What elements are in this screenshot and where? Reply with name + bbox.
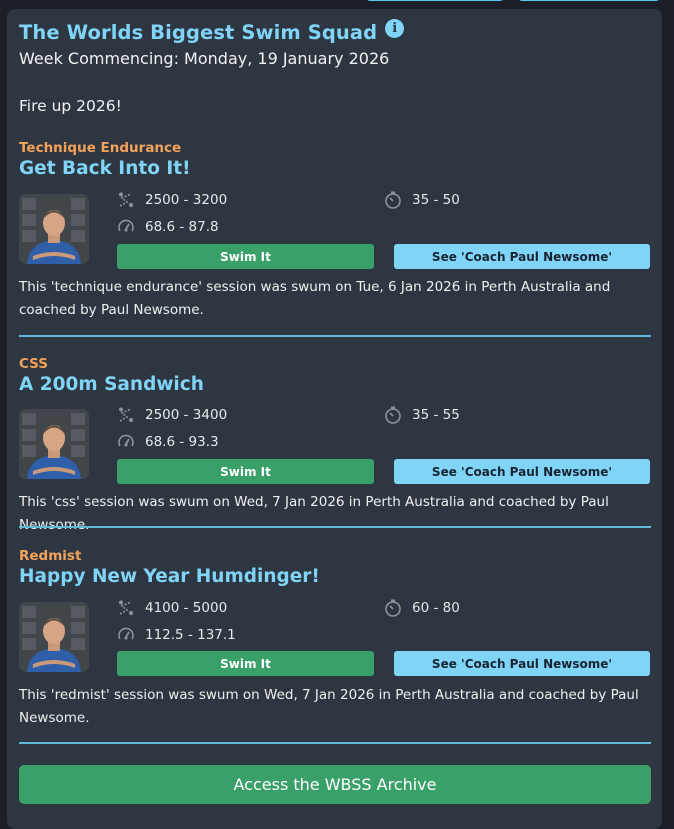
top-tab-right[interactable] [518,0,660,1]
pace-value: 68.6 - 87.8 [145,219,219,235]
distance-stat: 2500 - 3200 [117,191,227,209]
speed-icon [118,627,134,640]
see-coach-button[interactable]: See 'Coach Paul Newsome' [394,651,650,676]
see-coach-button[interactable]: See 'Coach Paul Newsome' [394,244,650,269]
time-value: 60 - 80 [412,600,460,616]
distance-value: 2500 - 3200 [145,192,228,208]
route-icon [119,600,133,615]
session-card: Redmist Happy New Year Humdinger! [19,548,651,587]
session-card: Technique Endurance Get Back Into It! [19,140,651,179]
section-divider [19,526,651,528]
session-card: CSS A 200m Sandwich [19,356,651,395]
stopwatch-icon [385,191,401,209]
session-name: Happy New Year Humdinger! [19,566,320,587]
pace-stat: 68.6 - 93.3 [117,433,219,451]
distance-value: 4100 - 5000 [145,600,228,616]
info-icon[interactable]: i [385,19,405,38]
stopwatch-icon [385,406,401,424]
intro-text: Fire up 2026! [19,97,122,115]
squad-card: The Worlds Biggest Swim Squad i Week Com… [7,9,662,829]
time-stat: 60 - 80 [384,599,460,617]
distance-stat: 2500 - 3400 [117,406,227,424]
pace-stat: 112.5 - 137.1 [117,626,236,644]
time-stat: 35 - 50 [384,191,460,209]
swim-it-button[interactable]: Swim It [117,459,374,484]
title-row: The Worlds Biggest Swim Squad i [19,19,405,44]
distance-stat: 4100 - 5000 [117,599,227,617]
section-divider [19,742,651,744]
distance-value: 2500 - 3400 [145,407,228,423]
session-name: Get Back Into It! [19,158,191,179]
pace-stat: 68.6 - 87.8 [117,218,219,236]
session-type: Redmist [19,548,82,564]
coach-photo [19,194,89,264]
session-description: This 'redmist' session was swum on Wed, … [19,687,639,726]
section-divider [19,335,651,337]
session-description: This 'technique endurance' session was s… [19,279,611,318]
page-title: The Worlds Biggest Swim Squad [19,21,378,44]
route-icon [119,192,133,207]
speed-icon [118,219,134,232]
top-tab-left[interactable] [366,0,504,1]
swim-it-button[interactable]: Swim It [117,651,374,676]
time-stat: 35 - 55 [384,406,460,424]
session-type: CSS [19,356,48,372]
pace-value: 112.5 - 137.1 [145,627,236,643]
swim-it-button[interactable]: Swim It [117,244,374,269]
session-description: This 'css' session was swum on Wed, 7 Ja… [19,494,609,533]
route-icon [119,407,133,422]
speed-icon [118,434,134,447]
coach-photo [19,409,89,479]
stopwatch-icon [385,599,401,617]
pace-value: 68.6 - 93.3 [145,434,219,450]
coach-photo [19,602,89,672]
session-type: Technique Endurance [19,140,182,156]
session-name: A 200m Sandwich [19,374,204,395]
time-value: 35 - 55 [412,407,460,423]
time-value: 35 - 50 [412,192,460,208]
week-commencing: Week Commencing: Monday, 19 January 2026 [19,49,390,68]
archive-button[interactable]: Access the WBSS Archive [19,765,651,804]
see-coach-button[interactable]: See 'Coach Paul Newsome' [394,459,650,484]
